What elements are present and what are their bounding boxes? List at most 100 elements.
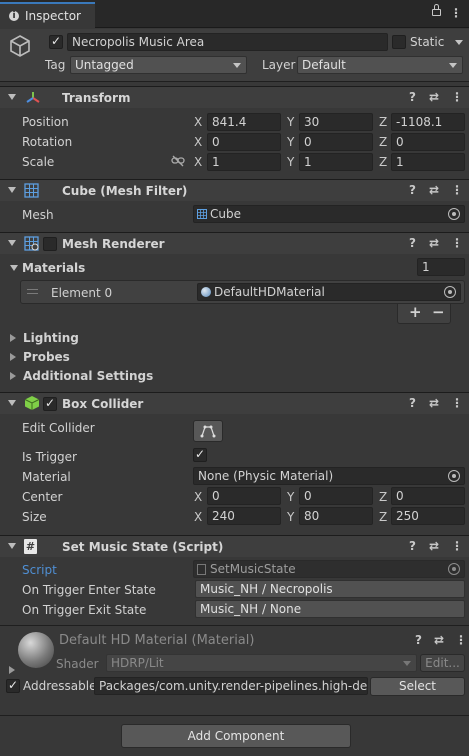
addressable-checkbox[interactable]: [6, 678, 20, 693]
center-x-label[interactable]: X: [194, 490, 202, 504]
position-y-field[interactable]: 30: [299, 113, 373, 131]
help-icon[interactable]: ?: [409, 236, 416, 250]
center-y-field[interactable]: 0: [299, 487, 373, 505]
additional-settings-label[interactable]: Additional Settings: [23, 369, 153, 383]
remove-element-button[interactable]: −: [432, 305, 445, 320]
box-collider-header[interactable]: Box Collider ? ⇄ ⋮: [0, 392, 469, 414]
size-z-label[interactable]: Z: [379, 510, 387, 524]
kebab-icon[interactable]: ⋮: [450, 6, 462, 20]
transform-header[interactable]: Transform ? ⇄ ⋮: [0, 86, 469, 108]
on-trigger-enter-dropdown[interactable]: Music_NH / Necropolis: [195, 580, 465, 598]
edit-collider-label: Edit Collider: [22, 421, 95, 435]
add-element-button[interactable]: +: [409, 305, 422, 320]
size-x-field[interactable]: 240: [207, 507, 281, 525]
inspector-tab[interactable]: i Inspector: [0, 2, 95, 29]
size-x-label[interactable]: X: [194, 510, 202, 524]
kebab-icon[interactable]: ⋮: [451, 396, 463, 410]
scale-x-label[interactable]: X: [194, 155, 202, 169]
material-foldout-icon[interactable]: [9, 666, 15, 674]
rotation-z-label[interactable]: Z: [379, 135, 387, 149]
size-y-label[interactable]: Y: [287, 510, 294, 524]
position-z-label[interactable]: Z: [379, 115, 387, 129]
help-icon[interactable]: ?: [409, 90, 416, 104]
edit-collider-icon: [200, 425, 216, 438]
is-trigger-checkbox[interactable]: [193, 447, 207, 462]
scale-y-field[interactable]: 1: [299, 153, 373, 171]
additional-settings-foldout-icon[interactable]: [10, 372, 16, 380]
scale-x-field[interactable]: 1: [207, 153, 281, 171]
tag-dropdown[interactable]: Untagged: [70, 56, 247, 74]
size-z-field[interactable]: 250: [391, 507, 465, 525]
rotation-x-label[interactable]: X: [194, 135, 202, 149]
lighting-label[interactable]: Lighting: [23, 331, 79, 345]
mesh-filter-header[interactable]: Cube (Mesh Filter) ? ⇄ ⋮: [0, 179, 469, 201]
help-icon[interactable]: ?: [409, 183, 416, 197]
position-y-label[interactable]: Y: [287, 115, 294, 129]
presets-icon[interactable]: ⇄: [429, 90, 439, 104]
kebab-icon[interactable]: ⋮: [455, 633, 467, 647]
scale-z-label[interactable]: Z: [379, 155, 387, 169]
collider-material-label: Material: [22, 470, 71, 484]
element-0-field[interactable]: DefaultHDMaterial: [197, 283, 461, 301]
presets-icon[interactable]: ⇄: [429, 236, 439, 250]
materials-foldout-icon[interactable]: [10, 265, 18, 271]
presets-icon[interactable]: ⇄: [429, 539, 439, 553]
box-collider-icon: [24, 396, 40, 410]
script-component-header[interactable]: # Set Music State (Script) ? ⇄ ⋮: [0, 535, 469, 557]
edit-collider-button[interactable]: [193, 420, 223, 442]
static-dropdown-arrow[interactable]: [455, 40, 463, 45]
kebab-icon[interactable]: ⋮: [451, 183, 463, 197]
position-z-field[interactable]: -1108.1: [391, 113, 465, 131]
kebab-icon[interactable]: ⋮: [451, 236, 463, 250]
address-select-button[interactable]: Select: [370, 677, 465, 696]
drag-handle-icon[interactable]: [27, 289, 38, 294]
presets-icon[interactable]: ⇄: [434, 633, 444, 647]
scale-y-label[interactable]: Y: [287, 155, 294, 169]
shader-edit-button[interactable]: Edit...: [420, 654, 465, 672]
rotation-x-field[interactable]: 0: [207, 133, 281, 151]
center-x-field[interactable]: 0: [207, 487, 281, 505]
probes-foldout-icon[interactable]: [10, 353, 16, 361]
kebab-icon[interactable]: ⋮: [451, 539, 463, 553]
kebab-icon[interactable]: ⋮: [451, 90, 463, 104]
help-icon[interactable]: ?: [409, 539, 416, 553]
position-x-label[interactable]: X: [194, 115, 202, 129]
component-header-icons: ? ⇄ ⋮: [409, 539, 463, 555]
mesh-object-field[interactable]: Cube: [193, 205, 465, 223]
chain-link-icon[interactable]: [171, 155, 185, 167]
mesh-label: Mesh: [22, 208, 54, 222]
lock-icon[interactable]: [432, 9, 441, 16]
object-picker-icon[interactable]: [448, 208, 460, 220]
probes-label[interactable]: Probes: [23, 350, 70, 364]
help-icon[interactable]: ?: [409, 396, 416, 410]
lighting-foldout-icon[interactable]: [10, 334, 16, 342]
active-checkbox[interactable]: [49, 34, 63, 49]
scale-z-field[interactable]: 1: [391, 153, 465, 171]
center-y-label[interactable]: Y: [287, 490, 294, 504]
center-z-label[interactable]: Z: [379, 490, 387, 504]
rotation-y-label[interactable]: Y: [287, 135, 294, 149]
foldout-arrow-icon: [8, 94, 16, 100]
presets-icon[interactable]: ⇄: [429, 183, 439, 197]
center-z-field[interactable]: 0: [391, 487, 465, 505]
mesh-renderer-enabled-checkbox[interactable]: [43, 237, 57, 251]
object-picker-icon[interactable]: [448, 470, 460, 482]
layer-dropdown[interactable]: Default: [297, 56, 463, 74]
static-checkbox[interactable]: [392, 35, 406, 49]
rotation-y-field[interactable]: 0: [299, 133, 373, 151]
help-icon[interactable]: ?: [415, 633, 422, 647]
on-trigger-exit-dropdown[interactable]: Music_NH / None: [195, 600, 465, 618]
rotation-z-field[interactable]: 0: [391, 133, 465, 151]
layer-label: Layer: [262, 58, 296, 72]
materials-count-field[interactable]: 1: [417, 258, 465, 276]
box-collider-enabled-checkbox[interactable]: [43, 396, 57, 411]
size-y-field[interactable]: 80: [299, 507, 373, 525]
object-picker-icon[interactable]: [444, 286, 456, 298]
position-x-field[interactable]: 841.4: [207, 113, 281, 131]
address-field[interactable]: Packages/com.unity.render-pipelines.high…: [94, 677, 368, 695]
collider-material-field[interactable]: None (Physic Material): [193, 467, 465, 485]
presets-icon[interactable]: ⇄: [429, 396, 439, 410]
gameobject-name-field[interactable]: Necropolis Music Area: [67, 33, 388, 51]
mesh-renderer-header[interactable]: Mesh Renderer ? ⇄ ⋮: [0, 232, 469, 254]
add-component-button[interactable]: Add Component: [121, 724, 351, 748]
